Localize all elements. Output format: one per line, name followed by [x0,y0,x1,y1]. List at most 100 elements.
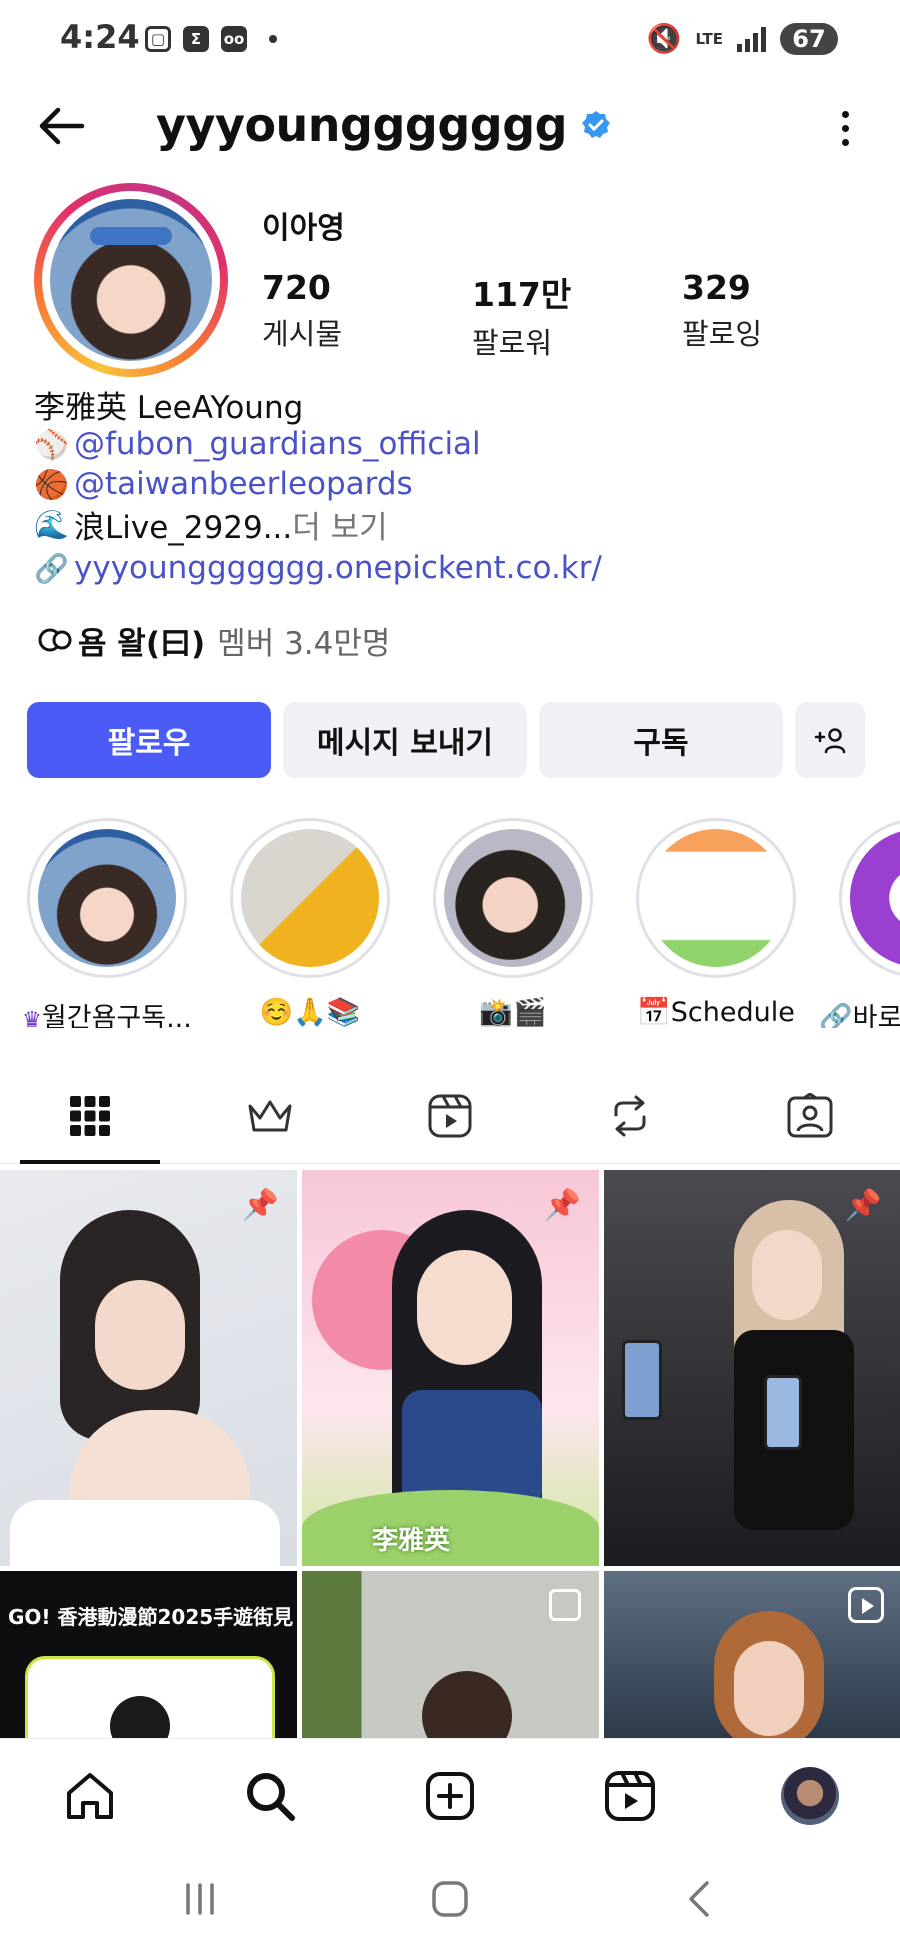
highlight-label-text: 월간욤구독... [41,1003,192,1028]
reels-icon [605,1771,655,1821]
highlight-item[interactable]: ☺️🙏📚 [210,818,410,1028]
signal-icon [737,26,766,52]
screenshot-icon: ▢ [145,26,171,52]
subscribe-button[interactable]: 구독 [539,702,783,778]
highlight-ring [636,818,796,978]
highlight-ring [433,818,593,978]
recent-apps-button[interactable] [170,1876,230,1922]
sigma-app-icon: Σ [183,26,209,52]
profile-avatar[interactable] [34,183,228,377]
add-person-icon [814,728,846,754]
user-avatar [781,1767,839,1825]
bio-live-line: 🌊 浪Live_2929... 더 보기 [34,502,874,547]
system-navigation-bar [0,1848,900,1950]
back-arrow-icon [39,107,85,145]
highlight-label: ☺️🙏📚 [259,997,361,1028]
tab-posts-grid[interactable] [10,1068,170,1164]
post-figure [417,1250,512,1365]
stat-value: 720 [262,268,331,307]
post-thumbnail[interactable] [604,1571,900,1738]
story-highlights: ♛월간욤구독... ☺️🙏📚 📸🎬 📅Schedule 🔗바로 [0,818,900,1028]
post-thumbnail[interactable]: 📌 [604,1170,900,1566]
tagged-person-icon [787,1093,833,1138]
highlight-label: ♛월간욤구독... [7,996,207,1028]
repost-icon [614,1095,646,1137]
bio-name-line: 李雅英 LeeAYoung [34,389,304,426]
post-figure [734,1641,804,1736]
follow-button[interactable]: 팔로우 [27,702,271,778]
post-figure [95,1280,185,1390]
highlight-item[interactable]: 🔗바로 [819,818,900,1028]
post-thumbnail[interactable]: GO! 香港動漫節2025手遊街見 [0,1571,297,1738]
more-dot-icon [841,138,849,146]
suggested-users-button[interactable] [795,702,865,778]
post-caption-overlay: GO! 香港動漫節2025手遊街見 [8,1605,294,1629]
back-button[interactable] [34,98,90,154]
username-title: yyyounggggggg [156,98,611,152]
channel-icon [38,628,72,652]
stat-posts[interactable]: 720 게시물 [262,268,342,353]
pinned-icon: 📌 [543,1188,581,1223]
post-figure [752,1230,822,1320]
message-button[interactable]: 메시지 보내기 [283,702,527,778]
post-thumbnail[interactable]: 📌 [0,1170,297,1566]
pinned-icon: 📌 [844,1188,882,1223]
bio-mention-line: 🏀 @taiwanbeerleopards [34,464,874,504]
post-figure [302,1490,599,1566]
nav-create[interactable] [415,1761,485,1831]
system-back-button[interactable] [670,1876,730,1922]
tab-tagged[interactable] [730,1068,890,1164]
link-icon: 🔗 [34,551,69,585]
nav-reels[interactable] [595,1761,665,1831]
nav-profile[interactable] [775,1761,845,1831]
tab-reels[interactable] [370,1068,530,1164]
tab-subscriptions[interactable] [190,1068,350,1164]
nav-home[interactable] [55,1761,125,1831]
profile-header: yyyounggggggg [0,88,900,162]
channel-member-count: 멤버 3.4만명 [217,625,391,662]
stat-value: 117만 [472,275,572,314]
home-square-icon [432,1881,468,1917]
voicemail-icon: oo [221,26,247,52]
bio-more-button[interactable]: 더 보기 [292,502,387,547]
home-icon [67,1773,113,1819]
lte-indicator: LTE [695,29,723,48]
tab-reposts[interactable] [550,1068,710,1164]
chevron-left-icon [689,1881,709,1917]
highlight-item[interactable]: ♛월간욤구독... [7,818,207,1028]
posts-grid: 📌 李雅英 📌 📌 GO! 香港動漫節2025手遊街見 [0,1170,900,1738]
bio-website[interactable]: 🔗 yyyounggggggg.onepickent.co.kr/ [34,548,874,588]
post-figure [764,1375,802,1450]
highlight-label: 📸🎬 [479,997,547,1028]
system-status-icons: 🔇 LTE 67 [647,22,838,55]
avatar-detail [90,227,172,245]
create-post-icon [426,1772,474,1820]
post-thumbnail[interactable]: 李雅英 📌 [302,1170,599,1566]
highlight-item[interactable]: 📅Schedule [616,818,816,1028]
avatar-border [42,191,220,369]
stat-following[interactable]: 329 팔로잉 [682,268,762,353]
wave-icon: 🌊 [34,507,69,541]
broadcast-channel[interactable]: 욤 왈(曰) 멤버 3.4만명 [34,618,390,662]
highlight-item[interactable]: 📸🎬 [413,818,613,1028]
stat-label: 팔로잉 [682,317,763,351]
active-tab-indicator [20,1160,160,1164]
mention-link[interactable]: @taiwanbeerleopards [74,466,413,502]
stat-followers[interactable]: 117만 팔로워 [472,268,571,362]
home-button[interactable] [420,1876,480,1922]
mention-link[interactable]: @fubon_guardians_official [74,426,481,462]
post-figure [10,1500,280,1566]
highlight-cover [850,829,900,967]
highlight-label: 🔗바로 [819,1003,900,1028]
website-link[interactable]: yyyounggggggg.onepickent.co.kr/ [74,550,602,586]
recent-apps-icon [186,1883,214,1915]
highlight-cover [647,829,785,967]
post-figure [622,1340,662,1420]
status-time: 4:24 [60,18,140,56]
post-thumbnail[interactable] [302,1571,599,1738]
full-name: 이아영 [262,211,345,246]
more-options-button[interactable] [830,100,860,156]
post-caption-overlay: 李雅英 [372,1526,451,1556]
nav-search[interactable] [235,1761,305,1831]
more-notifications-dot-icon [269,35,277,43]
